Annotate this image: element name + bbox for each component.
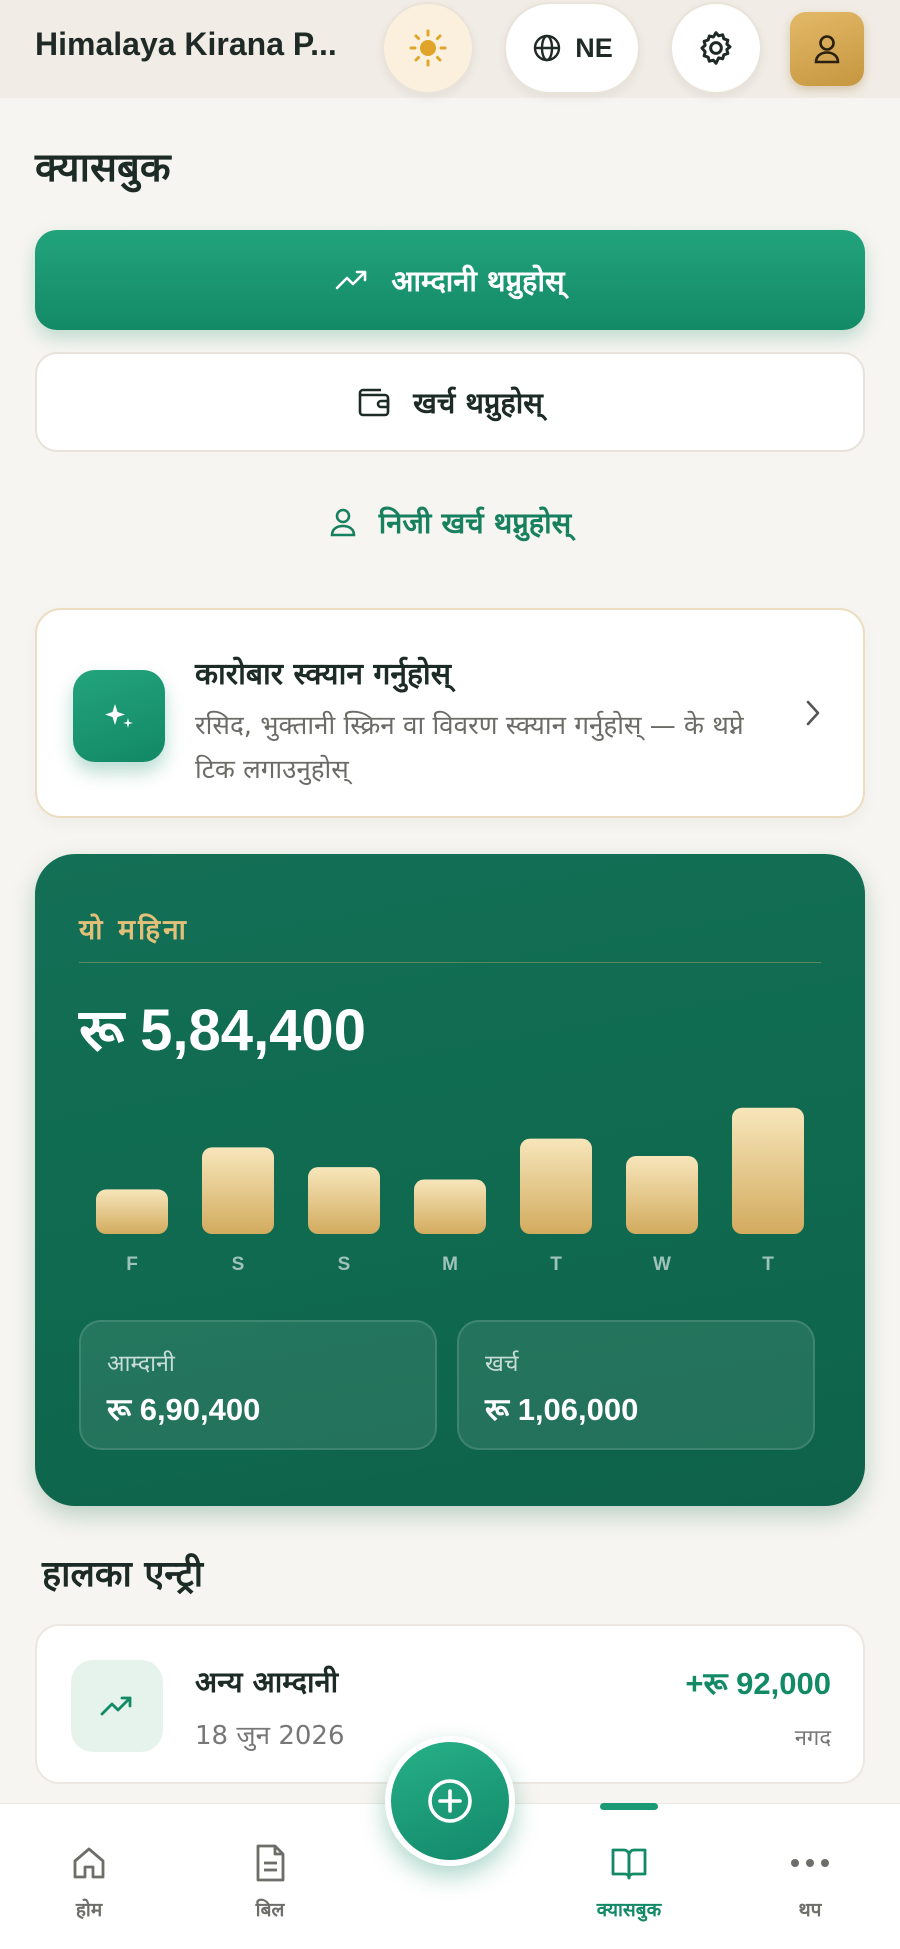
expense-stat: खर्च रू 1,06,000 [457,1320,815,1450]
plus-circle-icon [428,1779,472,1823]
gear-icon [700,31,732,65]
income-stat: आम्दानी रू 6,90,400 [79,1320,437,1450]
page-title: क्यासबुक [35,145,171,191]
expense-stat-label: खर्च [485,1351,519,1377]
chart-bar-0 [96,1189,168,1234]
profile-avatar-button[interactable] [790,12,864,86]
monthly-summary-card: यो महिना रू 5,84,400 FSSMTWT आम्दानी रू … [35,854,865,1506]
store-name[interactable]: Himalaya Kirana P... [35,26,355,63]
chart-tick-label: F [126,1254,138,1275]
chart-tick-label: T [762,1254,774,1275]
add-income-label: आम्दानी थप्नुहोस् [391,263,565,298]
chevron-right-icon [806,700,820,726]
theme-toggle-button[interactable] [382,2,474,94]
more-icon [790,1842,830,1884]
active-tab-indicator [600,1803,658,1810]
chart-bar-5 [626,1156,698,1234]
nav-label: बिल [255,1899,285,1921]
trending-up-icon [71,1660,163,1752]
chart-bar-6 [732,1107,804,1234]
income-stat-value: रू 6,90,400 [107,1392,261,1427]
home-icon [69,1842,109,1884]
nav-label: होम [75,1899,103,1921]
nav-item-cashbook[interactable]: क्यासबुक [569,1804,689,1949]
wallet-icon [358,388,390,417]
add-entry-fab[interactable] [385,1736,515,1866]
language-label: NE [575,32,613,63]
add-personal-expense-button[interactable]: निजी खर्च थप्नुहोस् [35,480,865,564]
scan-transaction-card[interactable]: कारोबार स्क्यान गर्नुहोस् रसिद, भुक्तानी… [35,608,865,818]
recent-entries-title: हालका एन्ट्री [42,1554,204,1595]
chart-bar-4 [520,1138,592,1234]
language-button[interactable]: NE [504,2,640,94]
expense-stat-value: रू 1,06,000 [485,1392,639,1427]
add-personal-expense-label: निजी खर्च थप्नुहोस् [378,505,572,540]
nav-item-bills[interactable]: बिल [210,1804,330,1949]
add-expense-label: खर्च थप्नुहोस् [413,385,543,420]
nav-label: थप [798,1899,822,1921]
chart-tick-label: M [442,1254,458,1275]
chart-tick-label: S [232,1254,245,1275]
user-icon [814,35,840,64]
chart-bar-1 [202,1147,274,1234]
scan-card-description: रसिद, भुक्तानी स्क्रिन वा विवरण स्क्यान … [195,711,744,785]
add-income-button[interactable]: आम्दानी थप्नुहोस् [35,230,865,330]
nav-label: क्यासबुक [596,1899,662,1921]
book-icon [609,1842,649,1884]
sun-icon [409,29,447,67]
income-stat-label: आम्दानी [107,1351,175,1377]
transaction-amount: +रू 92,000 [685,1666,831,1701]
globe-icon [534,34,561,62]
nav-item-home[interactable]: होम [29,1804,149,1949]
user-icon [330,508,356,537]
app-header: Himalaya Kirana P... NE [0,0,900,98]
chart-bar-3 [414,1179,486,1234]
chart-bar-2 [308,1167,380,1234]
transaction-date: 18 जुन 2026 [195,1721,345,1751]
add-expense-button[interactable]: खर्च थप्नुहोस् [35,352,865,452]
transaction-name: अन्य आम्दानी [195,1665,339,1699]
trending-up-icon [336,270,367,290]
scan-card-title: कारोबार स्क्यान गर्नुहोस् [195,657,451,692]
chart-tick-label: T [550,1254,562,1275]
sparkle-icon [73,670,165,762]
chart-tick-label: S [338,1254,351,1275]
transaction-method: नगद [794,1726,831,1751]
settings-button[interactable] [670,2,762,94]
chart-tick-label: W [653,1254,671,1275]
nav-item-more[interactable]: थप [750,1804,870,1949]
document-icon [253,1842,287,1884]
